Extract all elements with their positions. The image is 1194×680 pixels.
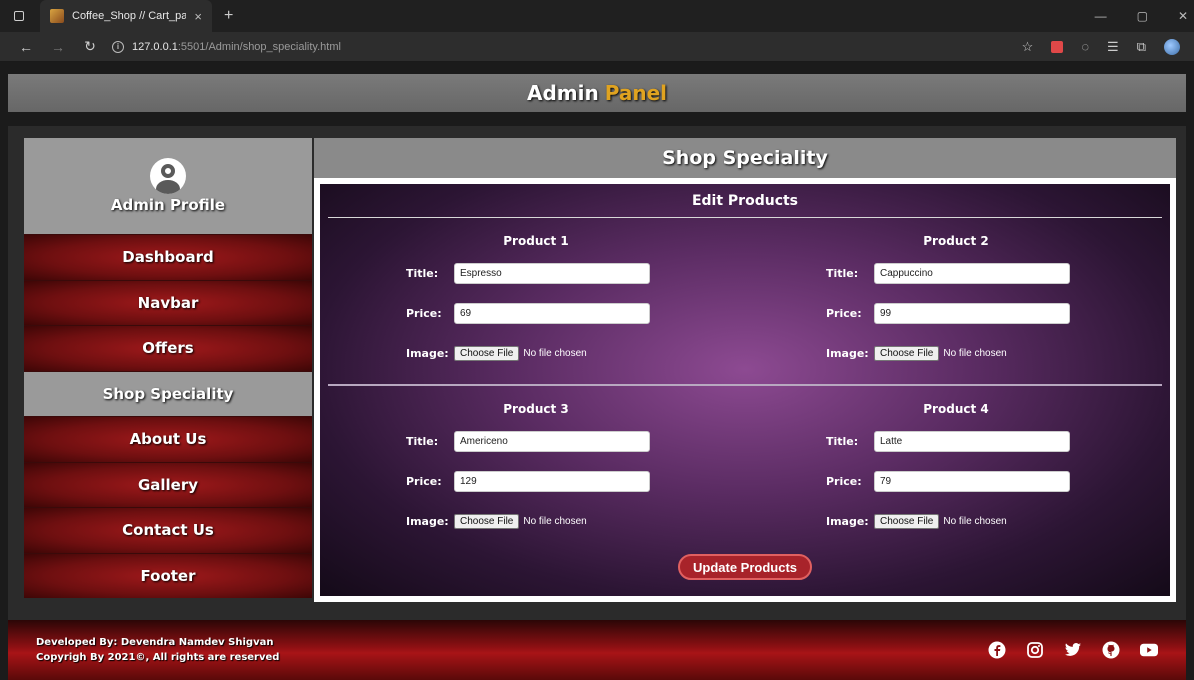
product-2-choose-file-button[interactable]: Choose File [874, 345, 940, 361]
pocket-extension-icon[interactable] [1051, 40, 1064, 53]
url-path: :5501/Admin/shop_speciality.html [177, 40, 341, 53]
file-status: No file chosen [943, 347, 1007, 359]
user-avatar-icon [150, 158, 186, 194]
image-label: Image: [826, 514, 869, 528]
favorites-list-icon[interactable]: ☰ [1107, 39, 1119, 55]
product-3-price-input[interactable] [454, 470, 650, 492]
favorite-star-icon[interactable]: ☆ [1022, 39, 1034, 55]
update-products-button[interactable]: Update Products [678, 554, 812, 580]
product-heading: Product 4 [923, 402, 989, 416]
youtube-icon[interactable] [1140, 641, 1158, 659]
product-1-choose-file-button[interactable]: Choose File [454, 345, 520, 361]
refresh-icon[interactable]: ↻ [74, 38, 106, 55]
footer-developer: Developed By: Devendra Namdev Shigvan [36, 637, 274, 648]
product-2-price-input[interactable] [874, 302, 1070, 324]
product-card-4: Product 4 Title: Price: Image: Choose Fil… [826, 402, 1086, 550]
sidebar-item-navbar[interactable]: Navbar [24, 279, 312, 325]
collections-icon[interactable]: ⧉ [1137, 39, 1146, 55]
browser-tabbar: Coffee_Shop // Cart_page × + — ▢ ✕ [0, 0, 1194, 32]
title-label: Title: [826, 434, 859, 448]
product-card-3: Product 3 Title: Price: Image: Choose Fil… [406, 402, 666, 550]
section-divider [328, 384, 1162, 386]
product-1-price-input[interactable] [454, 302, 650, 324]
product-heading: Product 1 [503, 234, 569, 248]
sidebar-item-contact-us[interactable]: Contact Us [24, 507, 312, 553]
admin-title: Admin [526, 81, 599, 105]
sidebar: Admin Profile Dashboard Navbar Offers Sh… [24, 138, 312, 602]
window-menu-icon[interactable] [14, 11, 24, 21]
footer-copyright: Copyrigh By 2021©, All rights are reserv… [36, 652, 280, 663]
title-label: Title: [826, 266, 859, 280]
sidebar-item-footer[interactable]: Footer [24, 552, 312, 598]
file-status: No file chosen [523, 515, 587, 527]
page-title: Shop Speciality [314, 138, 1176, 178]
image-label: Image: [406, 346, 449, 360]
price-label: Price: [406, 474, 442, 488]
twitter-icon[interactable] [1064, 641, 1082, 659]
product-1-title-input[interactable] [454, 262, 650, 284]
facebook-icon[interactable] [988, 641, 1006, 659]
product-2-title-input[interactable] [874, 262, 1070, 284]
image-label: Image: [826, 346, 869, 360]
sidebar-item-offers[interactable]: Offers [24, 325, 312, 371]
price-label: Price: [826, 306, 862, 320]
profile-avatar-icon[interactable] [1164, 38, 1180, 55]
instagram-icon[interactable] [1026, 641, 1044, 659]
new-tab-button[interactable]: + [224, 7, 233, 25]
image-label: Image: [406, 514, 449, 528]
product-heading: Product 2 [923, 234, 989, 248]
admin-profile[interactable]: Admin Profile [24, 138, 312, 234]
product-4-title-input[interactable] [874, 430, 1070, 452]
product-4-choose-file-button[interactable]: Choose File [874, 513, 940, 529]
back-arrow-icon[interactable]: ← [10, 39, 42, 55]
main-content: Shop Speciality Edit Products Product 1 … [314, 138, 1176, 602]
tab-close-icon[interactable]: × [194, 9, 202, 24]
admin-title-accent: Panel [604, 81, 667, 105]
product-heading: Product 3 [503, 402, 569, 416]
forward-arrow-icon[interactable]: → [42, 39, 74, 55]
footer: Developed By: Devendra Namdev Shigvan Co… [8, 620, 1186, 680]
product-4-price-input[interactable] [874, 470, 1070, 492]
form-heading: Edit Products [328, 184, 1162, 218]
social-links [988, 641, 1158, 659]
edit-products-form: Edit Products Product 1 Title: Price: Im… [314, 178, 1176, 602]
product-card-2: Product 2 Title: Price: Image: Choose Fil… [826, 234, 1086, 382]
url-field[interactable]: i 127.0.0.1:5501/Admin/shop_speciality.h… [112, 40, 1022, 53]
extension-icon[interactable]: ◌ [1081, 39, 1089, 54]
sidebar-item-dashboard[interactable]: Dashboard [24, 234, 312, 280]
minimize-button[interactable]: — [1095, 9, 1107, 23]
admin-header: Admin Panel [8, 74, 1186, 112]
restore-button[interactable]: ▢ [1137, 9, 1148, 23]
profile-label: Admin Profile [110, 196, 226, 214]
title-label: Title: [406, 266, 439, 280]
sidebar-item-gallery[interactable]: Gallery [24, 461, 312, 507]
file-status: No file chosen [523, 347, 587, 359]
url-host: 127.0.0.1 [132, 40, 178, 53]
tab-title: Coffee_Shop // Cart_page [72, 10, 187, 22]
sidebar-item-shop-speciality[interactable]: Shop Speciality [24, 370, 312, 416]
price-label: Price: [826, 474, 862, 488]
close-window-button[interactable]: ✕ [1178, 9, 1188, 23]
browser-tab[interactable]: Coffee_Shop // Cart_page × [40, 0, 212, 32]
title-label: Title: [406, 434, 439, 448]
product-3-title-input[interactable] [454, 430, 650, 452]
web-page: Admin Panel Admin Profile Dashboard Navb… [0, 62, 1194, 680]
admin-panel: Admin Profile Dashboard Navbar Offers Sh… [8, 126, 1186, 620]
product-3-choose-file-button[interactable]: Choose File [454, 513, 520, 529]
browser-addressbar: ← → ↻ i 127.0.0.1:5501/Admin/shop_specia… [0, 32, 1194, 62]
sidebar-item-about-us[interactable]: About Us [24, 416, 312, 462]
price-label: Price: [406, 306, 442, 320]
product-card-1: Product 1 Title: Price: Image: Choose Fil… [406, 234, 666, 382]
github-icon[interactable] [1102, 641, 1120, 659]
file-status: No file chosen [943, 515, 1007, 527]
coffee-favicon-icon [50, 9, 64, 23]
site-info-icon[interactable]: i [112, 40, 124, 53]
